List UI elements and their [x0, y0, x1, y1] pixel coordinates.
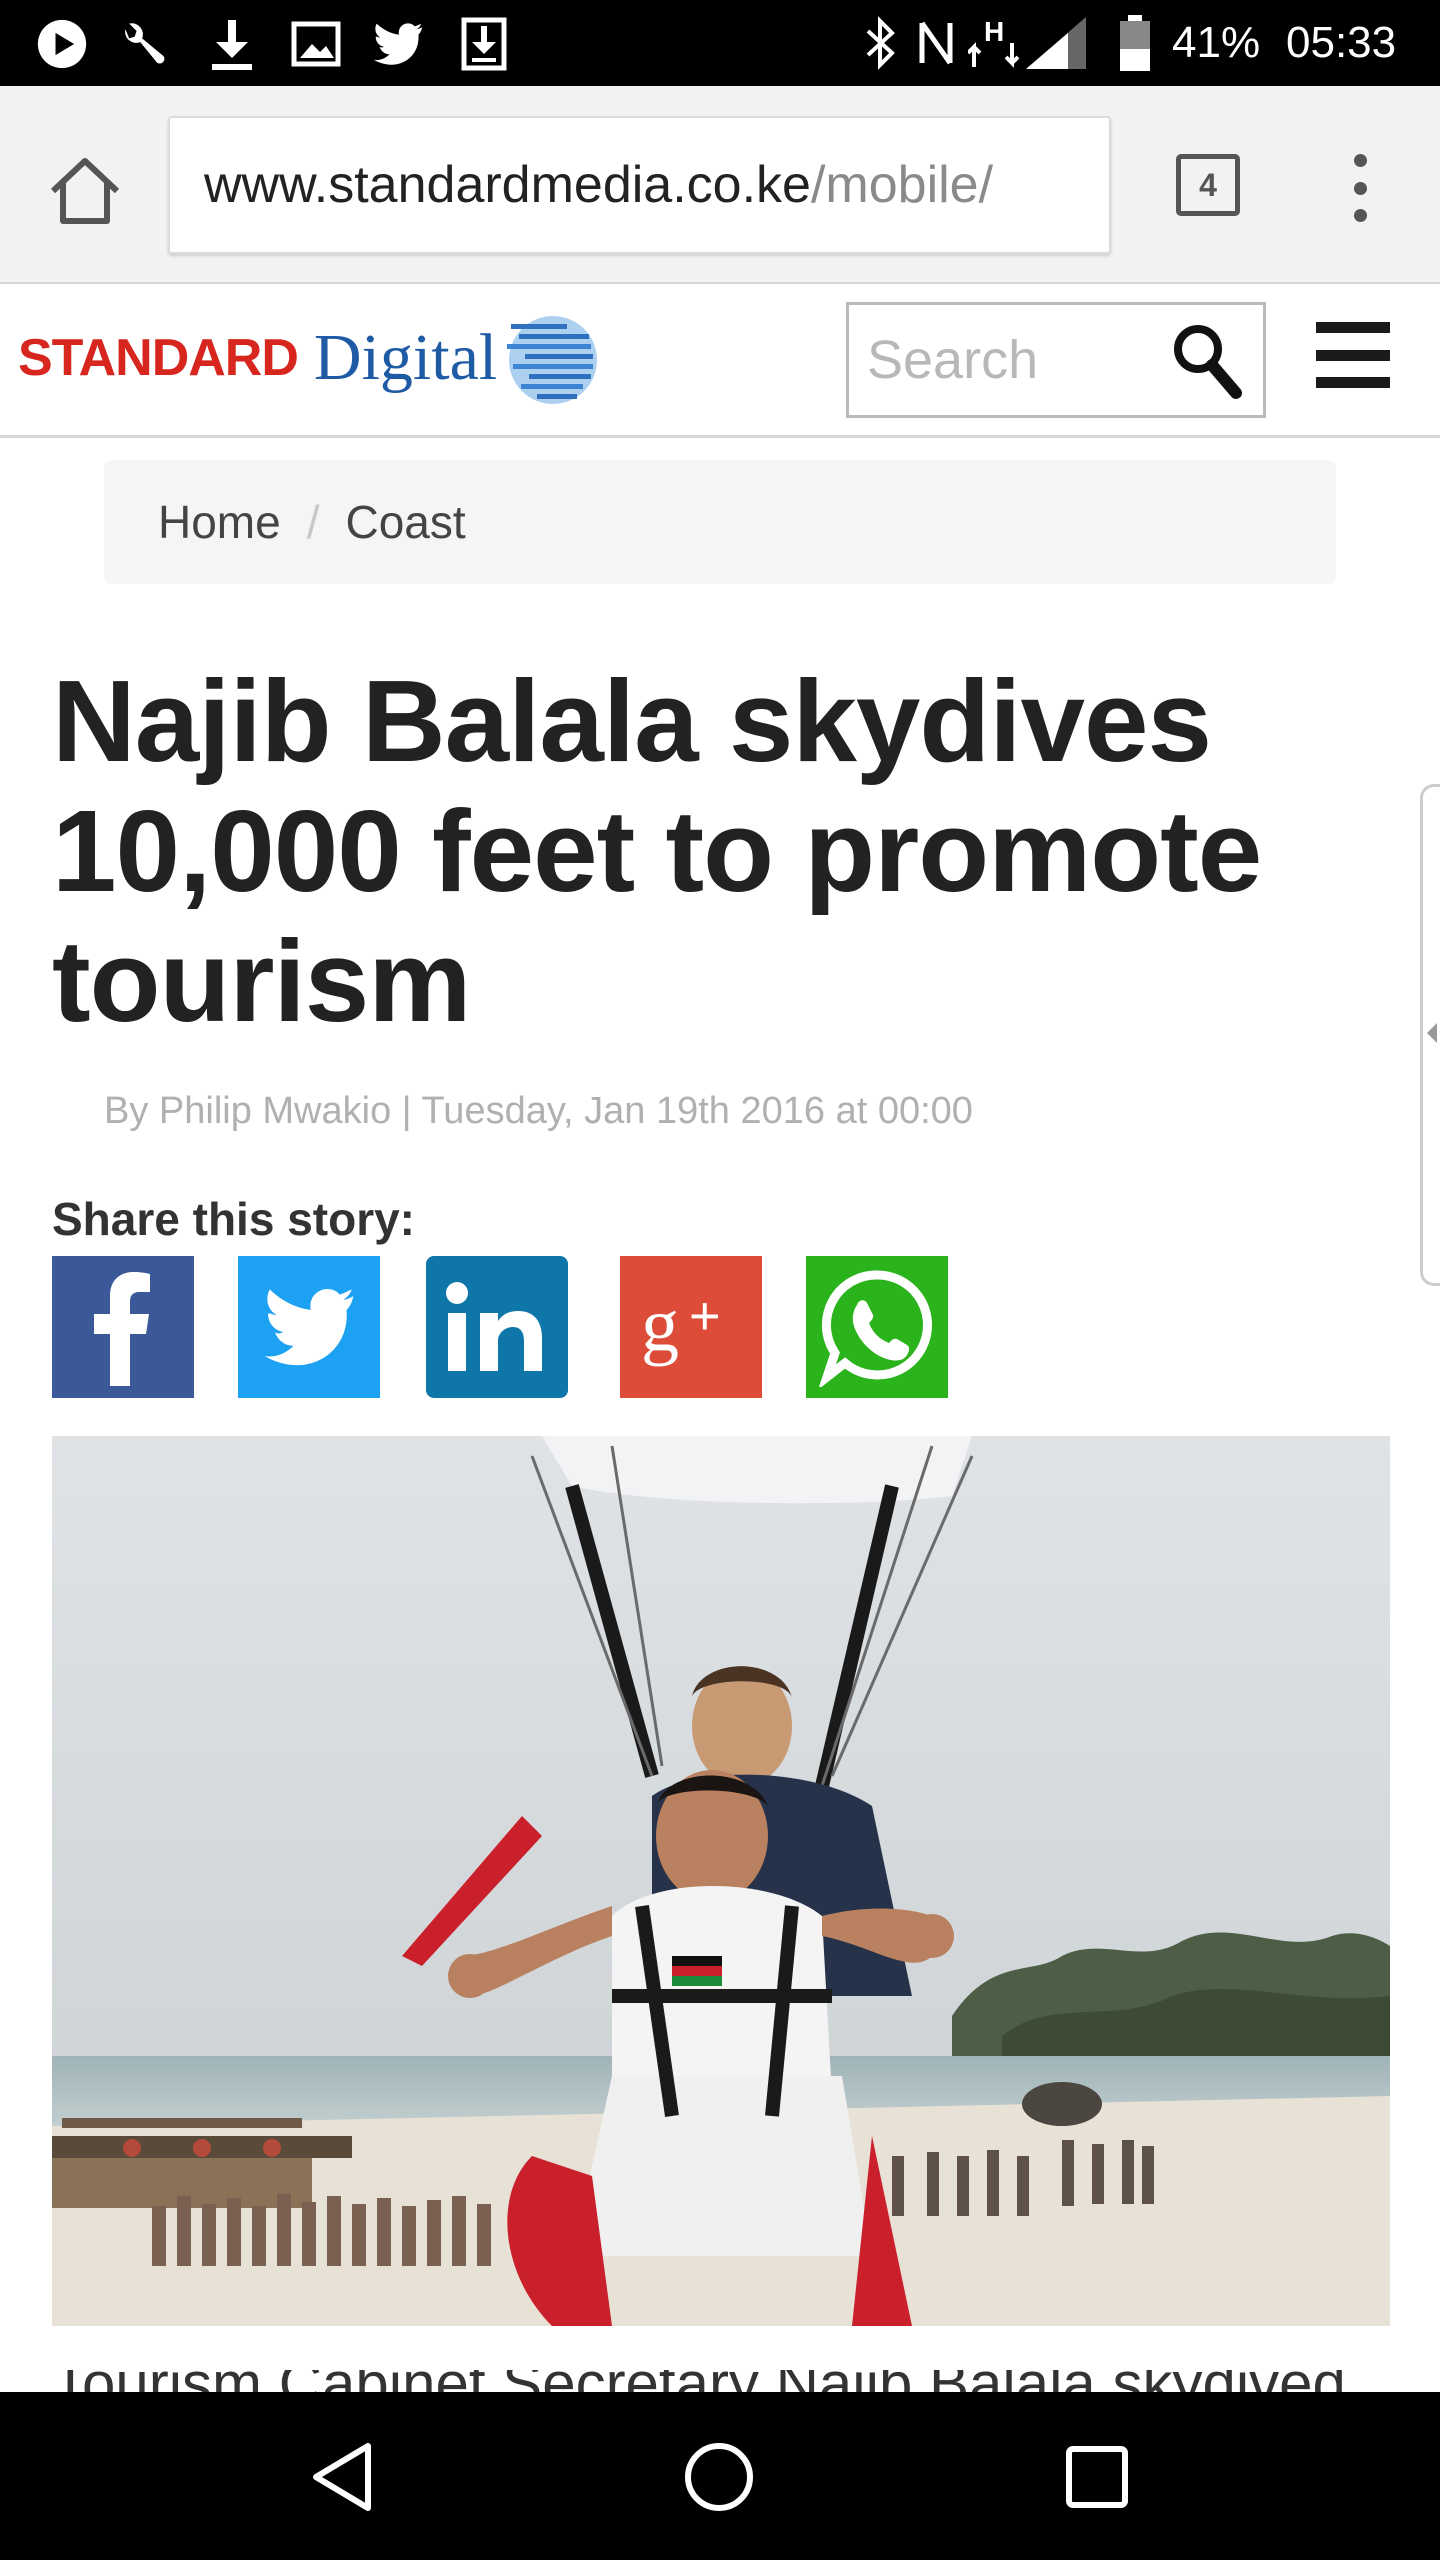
share-label: Share this story:	[52, 1193, 415, 1245]
twitter-icon	[264, 1289, 354, 1366]
svg-text:+: +	[689, 1286, 721, 1346]
signal-icon	[1024, 0, 1088, 86]
share-whatsapp-button[interactable]	[806, 1256, 948, 1398]
linkedin-icon	[446, 1282, 542, 1371]
overflow-menu-button[interactable]	[1330, 148, 1390, 228]
logo-standard-text: STANDARD	[18, 329, 299, 387]
recents-square-icon	[1066, 2446, 1128, 2508]
breadcrumb: Home / Coast	[104, 460, 1336, 584]
home-button[interactable]	[40, 146, 130, 236]
search-button[interactable]	[1149, 305, 1265, 415]
bluetooth-icon	[858, 0, 902, 86]
system-nav-bar	[0, 2392, 1440, 2560]
home-icon	[50, 158, 120, 224]
url-path: /mobile/	[810, 156, 994, 214]
menu-dot-icon	[1353, 209, 1367, 222]
hamburger-bar-icon	[1316, 349, 1390, 361]
logo-globe-icon	[507, 316, 598, 404]
battery-icon	[1118, 0, 1152, 86]
menu-dot-icon	[1353, 181, 1367, 195]
search-input[interactable]	[849, 305, 1149, 415]
url-host: www.standardmedia.co.ke	[204, 156, 811, 214]
breadcrumb-separator: /	[306, 496, 320, 548]
status-bar: H 41% 05:33	[0, 0, 1440, 86]
article-headline: Najib Balala skydives 10,000 feet to pro…	[52, 656, 1262, 1046]
skydive-photo	[52, 1436, 1390, 2326]
logo-digital-text: Digital	[313, 321, 498, 394]
site-menu-button[interactable]	[1316, 322, 1390, 388]
svg-text:g: g	[641, 1283, 679, 1367]
home-nav-button[interactable]	[674, 2432, 764, 2522]
google-plus-icon: g +	[641, 1283, 721, 1367]
chevron-left-icon	[1427, 1023, 1437, 1043]
image-icon	[290, 18, 342, 70]
clock: 05:33	[1286, 18, 1397, 67]
article-body-text: Tourism Cabinet Secretary Najib Balala s…	[52, 2370, 1392, 2392]
site-header: STANDARD Digital	[0, 284, 1440, 438]
back-button[interactable]	[298, 2432, 388, 2522]
h-data-icon: H	[968, 0, 1020, 86]
breadcrumb-coast[interactable]: Coast	[346, 495, 466, 549]
share-twitter-button[interactable]	[238, 1256, 380, 1398]
home-circle-icon	[685, 2443, 753, 2511]
browser-toolbar: www.standardmedia.co.ke/mobile/ 4	[0, 86, 1440, 284]
svg-text:H: H	[984, 16, 1004, 47]
nfc-icon	[916, 0, 956, 86]
battery-percent: 41%	[1172, 18, 1261, 67]
hamburger-bar-icon	[1316, 322, 1390, 333]
site-search	[846, 302, 1266, 418]
play-icon	[36, 18, 88, 70]
whatsapp-icon	[818, 1270, 932, 1387]
article-body-preview: Tourism Cabinet Secretary Najib Balala s…	[52, 2370, 1392, 2392]
share-facebook-button[interactable]	[52, 1256, 194, 1398]
facebook-icon	[94, 1272, 150, 1386]
wrench-icon	[118, 18, 170, 70]
twitter-icon	[372, 18, 424, 70]
share-google-plus-button[interactable]: g +	[620, 1256, 762, 1398]
menu-dot-icon	[1353, 154, 1367, 167]
tab-switcher-button[interactable]: 4	[1176, 154, 1240, 216]
url-bar[interactable]: www.standardmedia.co.ke/mobile/	[168, 116, 1111, 254]
breadcrumb-home[interactable]: Home	[158, 495, 281, 549]
back-triangle-icon	[313, 2443, 371, 2511]
side-panel-tab[interactable]	[1420, 784, 1440, 1286]
recents-button[interactable]	[1052, 2432, 1142, 2522]
article-byline: By Philip Mwakio | Tuesday, Jan 19th 201…	[104, 1090, 973, 1132]
hamburger-bar-icon	[1316, 377, 1390, 388]
download-box-icon	[458, 17, 510, 71]
download-icon	[206, 18, 258, 70]
article-photo	[52, 1436, 1390, 2326]
site-logo[interactable]: STANDARD Digital	[18, 298, 618, 418]
search-icon	[1174, 325, 1242, 399]
share-linkedin-button[interactable]	[426, 1256, 568, 1398]
